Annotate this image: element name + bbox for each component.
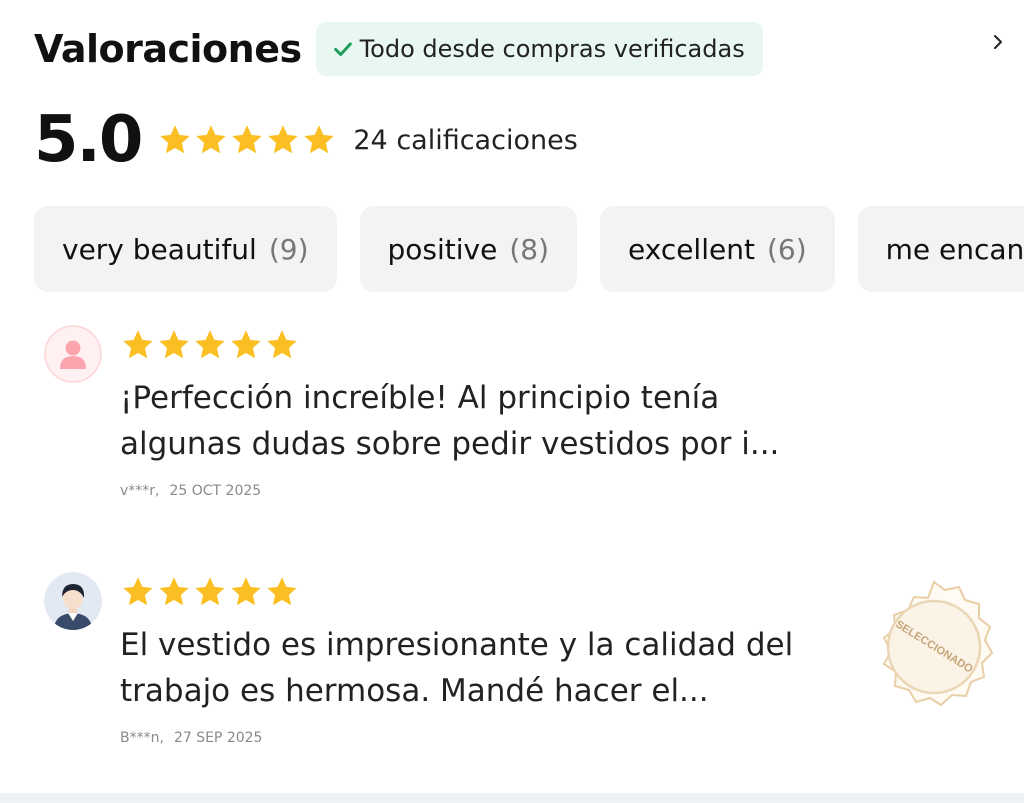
rating-summary: 5.0 24 calificaciones [34,100,578,180]
page-title: Valoraciones [34,27,302,71]
star-icon [160,125,191,154]
chip-count: (8) [509,232,549,266]
star-icon [304,125,335,154]
review-meta: v***r, 25 OCT 2025 [120,483,820,499]
star-icon [195,577,225,606]
review-body: ¡Perfección increíble! Al principio tení… [120,327,820,499]
check-icon [333,42,352,56]
star-icon [268,125,299,154]
chip-excellent[interactable]: excellent (6) [600,206,835,292]
review-date: 25 OCT 2025 [169,483,262,499]
star-icon [231,330,261,359]
ratings-count: 24 calificaciones [353,124,578,156]
star-icon [267,330,297,359]
verified-purchases-badge: Todo desde compras verificadas [315,22,763,76]
chip-very-beautiful[interactable]: very beautiful (9) [34,206,337,292]
chip-label: me encanta [885,232,1024,266]
star-icon [232,125,263,154]
average-score: 5.0 [34,103,143,177]
review-text: ¡Perfección increíble! Al principio tení… [120,380,780,462]
star-icon [196,125,227,154]
chip-label: positive [387,232,498,266]
verified-badge-label: Todo desde compras verificadas [359,35,745,63]
bottom-divider [0,793,1024,803]
reviews-panel: Valoraciones Todo desde compras verifica… [0,0,1024,803]
review-meta: B***n, 27 SEP 2025 [120,730,820,746]
summary-stars [157,122,337,158]
selected-seal-stamp: SELECCIONADO [882,580,994,707]
star-icon [159,330,189,359]
star-icon [123,577,153,606]
review-stars [120,327,820,363]
chip-me-encanta[interactable]: me encanta [857,206,1024,292]
star-icon [195,330,225,359]
star-icon [231,577,261,606]
review-body: El vestido es impresionante y la calidad… [120,574,820,746]
review-text: El vestido es impresionante y la calidad… [120,627,794,709]
user-photo-avatar [44,572,102,630]
chip-label: very beautiful [62,232,257,266]
chip-count: (6) [766,232,807,266]
review-stars [120,574,820,610]
star-icon [123,330,153,359]
star-icon [159,577,189,606]
chip-positive[interactable]: positive (8) [359,206,577,292]
review-author: v***r, [120,483,160,499]
chip-count: (9) [268,232,309,266]
default-user-avatar [44,325,102,383]
chip-label: excellent [628,232,755,266]
star-icon [267,577,297,606]
review-date: 27 SEP 2025 [173,730,263,746]
keyword-chips: very beautiful (9) positive (8) excellen… [34,206,1024,292]
chevron-right-icon[interactable] [988,28,1008,56]
review-author: B***n, [120,730,164,746]
reviews-header: Valoraciones Todo desde compras verifica… [34,22,763,76]
